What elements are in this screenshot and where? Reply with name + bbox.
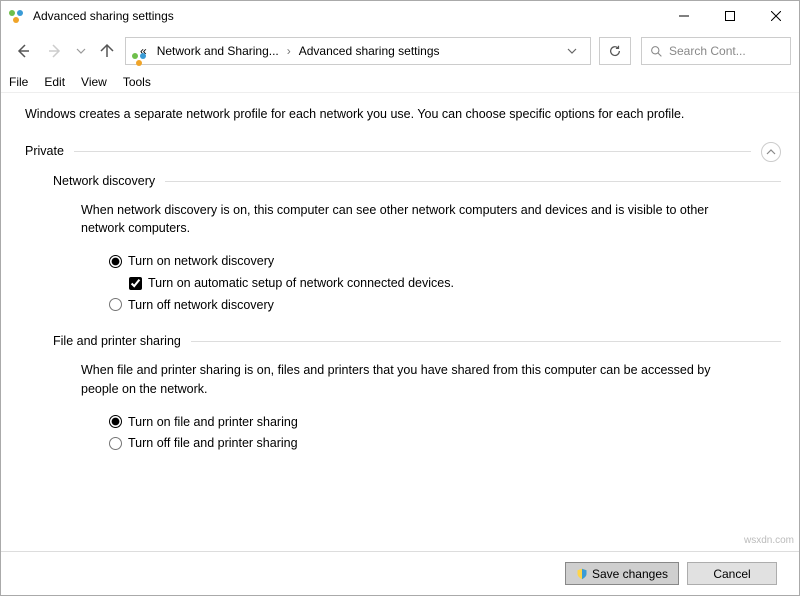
intro-text: Windows creates a separate network profi… — [25, 105, 781, 124]
maximize-button[interactable] — [707, 1, 753, 31]
menu-tools[interactable]: Tools — [123, 75, 151, 89]
file-printer-header: File and printer sharing — [53, 332, 781, 351]
radio-fps-off[interactable]: Turn off file and printer sharing — [109, 434, 781, 453]
radio-nd-off[interactable]: Turn off network discovery — [109, 296, 781, 315]
recent-dropdown[interactable] — [73, 37, 89, 65]
shield-icon — [576, 568, 588, 580]
network-discovery-header: Network discovery — [53, 172, 781, 191]
network-discovery-desc: When network discovery is on, this compu… — [81, 201, 721, 239]
radio-nd-off-input[interactable] — [109, 298, 122, 311]
address-dropdown[interactable] — [560, 38, 584, 64]
menu-file[interactable]: File — [9, 75, 28, 89]
navbar: « Network and Sharing... › Advanced shar… — [1, 31, 799, 71]
divider — [74, 151, 751, 152]
forward-button[interactable] — [41, 37, 69, 65]
file-printer-label: File and printer sharing — [53, 332, 181, 351]
window-title: Advanced sharing settings — [33, 9, 174, 23]
file-printer-desc: When file and printer sharing is on, fil… — [81, 361, 721, 399]
checkbox-auto-setup-input[interactable] — [129, 277, 142, 290]
divider — [165, 181, 781, 182]
search-input[interactable]: Search Cont... — [641, 37, 791, 65]
breadcrumb-item-parent[interactable]: Network and Sharing... — [155, 42, 281, 60]
network-discovery-label: Network discovery — [53, 172, 155, 191]
app-icon — [9, 8, 25, 24]
cancel-label: Cancel — [713, 567, 750, 581]
watermark: wsxdn.com — [744, 535, 794, 546]
search-icon — [650, 45, 663, 58]
menubar: File Edit View Tools — [1, 71, 799, 93]
breadcrumb-item-current[interactable]: Advanced sharing settings — [297, 42, 442, 60]
footer: Save changes Cancel — [1, 551, 799, 595]
address-bar[interactable]: « Network and Sharing... › Advanced shar… — [125, 37, 591, 65]
radio-fps-on-input[interactable] — [109, 415, 122, 428]
search-placeholder: Search Cont... — [669, 44, 746, 58]
refresh-button[interactable] — [599, 37, 631, 65]
chevron-right-icon: › — [287, 44, 291, 58]
up-button[interactable] — [93, 37, 121, 65]
close-button[interactable] — [753, 1, 799, 31]
radio-nd-on[interactable]: Turn on network discovery — [109, 252, 781, 271]
radio-nd-off-label: Turn off network discovery — [128, 296, 274, 315]
section-private-header[interactable]: Private — [25, 142, 781, 162]
radio-fps-off-label: Turn off file and printer sharing — [128, 434, 298, 453]
section-private-label: Private — [25, 142, 64, 161]
checkbox-auto-setup-label: Turn on automatic setup of network conne… — [148, 274, 454, 293]
checkbox-auto-setup[interactable]: Turn on automatic setup of network conne… — [129, 274, 781, 293]
radio-fps-on[interactable]: Turn on file and printer sharing — [109, 413, 781, 432]
content-pane: Windows creates a separate network profi… — [1, 93, 799, 551]
radio-fps-off-input[interactable] — [109, 437, 122, 450]
menu-edit[interactable]: Edit — [44, 75, 65, 89]
window: Advanced sharing settings — [0, 0, 800, 596]
save-changes-button[interactable]: Save changes — [565, 562, 679, 585]
divider — [191, 341, 781, 342]
save-changes-label: Save changes — [592, 567, 668, 581]
back-button[interactable] — [9, 37, 37, 65]
radio-nd-on-input[interactable] — [109, 255, 122, 268]
radio-nd-on-label: Turn on network discovery — [128, 252, 274, 271]
menu-view[interactable]: View — [81, 75, 107, 89]
titlebar: Advanced sharing settings — [1, 1, 799, 31]
collapse-icon[interactable] — [761, 142, 781, 162]
minimize-button[interactable] — [661, 1, 707, 31]
cancel-button[interactable]: Cancel — [687, 562, 777, 585]
radio-fps-on-label: Turn on file and printer sharing — [128, 413, 298, 432]
window-controls — [661, 1, 799, 31]
